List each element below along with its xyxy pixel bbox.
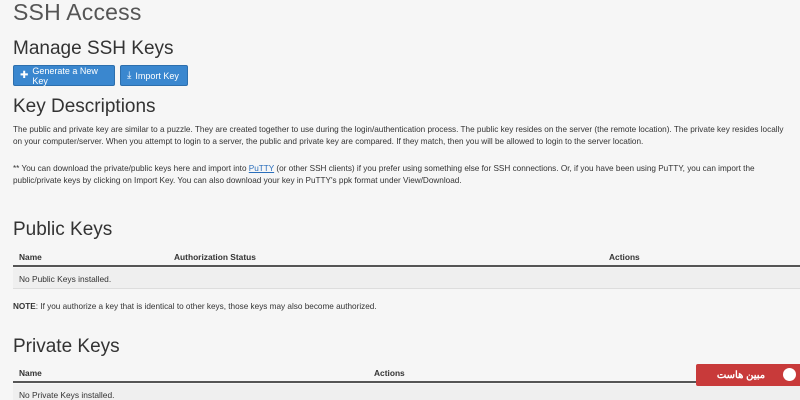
mascot-icon xyxy=(783,368,796,381)
putty-info-paragraph: ** You can download the private/public k… xyxy=(13,163,793,186)
import-key-button[interactable]: ⤓ Import Key xyxy=(120,65,188,86)
column-name[interactable]: Name xyxy=(19,368,42,378)
generate-key-label: Generate a New Key xyxy=(32,65,98,86)
generate-key-button[interactable]: ✚ Generate a New Key xyxy=(13,65,115,86)
private-keys-empty-text: No Private Keys installed. xyxy=(19,390,115,400)
public-keys-table-header: Name Authorization Status Actions xyxy=(13,246,800,267)
watermark-badge: مبین هاست xyxy=(696,364,800,386)
authorization-note: NOTE: If you authorize a key that is ide… xyxy=(13,302,377,311)
note-label: NOTE xyxy=(13,302,36,311)
page-title: SSH Access xyxy=(13,0,142,25)
note-text: : If you authorize a key that is identic… xyxy=(35,302,377,311)
plus-icon: ✚ xyxy=(20,69,29,81)
key-descriptions-heading: Key Descriptions xyxy=(13,96,156,117)
column-authorization-status[interactable]: Authorization Status xyxy=(174,252,256,262)
import-icon: ⤓ xyxy=(127,69,132,81)
watermark-text: مبین هاست xyxy=(716,369,766,381)
column-actions: Actions xyxy=(609,252,640,262)
manage-ssh-keys-heading: Manage SSH Keys xyxy=(13,38,174,59)
putty-info-text-start: ** You can download the private/public k… xyxy=(13,164,249,173)
private-keys-heading: Private Keys xyxy=(13,336,120,357)
private-keys-table-header: Name Actions xyxy=(13,362,800,383)
public-keys-empty-text: No Public Keys installed. xyxy=(19,274,112,284)
public-keys-heading: Public Keys xyxy=(13,219,113,240)
key-description-paragraph: The public and private key are similar t… xyxy=(13,125,784,146)
column-name[interactable]: Name xyxy=(19,252,42,262)
import-key-label: Import Key xyxy=(135,70,179,81)
public-keys-empty-row: No Public Keys installed. xyxy=(13,268,800,289)
private-keys-empty-row: No Private Keys installed. xyxy=(13,384,800,400)
putty-link[interactable]: PuTTY xyxy=(249,164,274,173)
column-actions: Actions xyxy=(374,368,405,378)
